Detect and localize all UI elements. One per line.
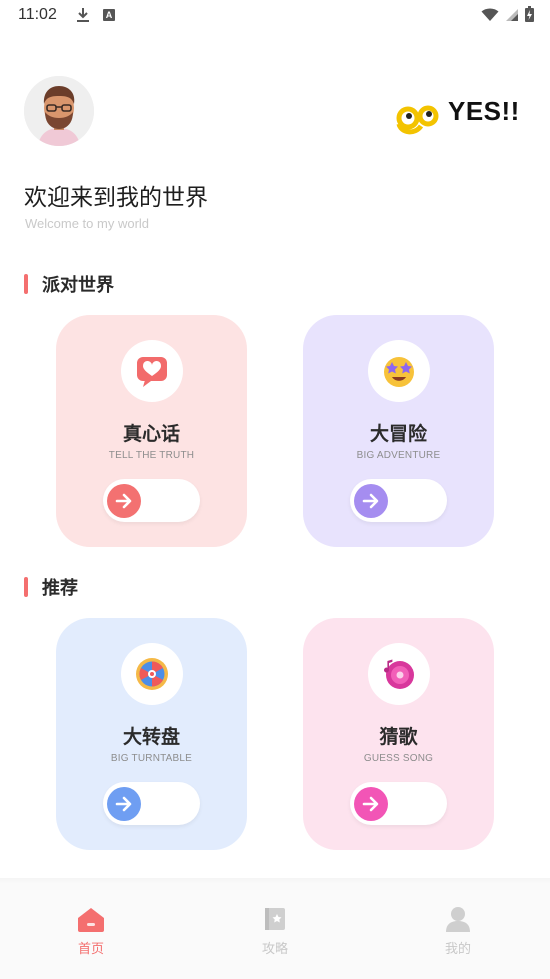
heart-chat-icon — [121, 340, 183, 402]
section-accent-bar — [24, 274, 28, 294]
status-time: 11:02 — [18, 6, 57, 23]
wifi-icon — [481, 7, 499, 26]
start-toggle[interactable] — [103, 782, 200, 825]
arrow-right-icon — [107, 484, 141, 518]
card-guess-song[interactable]: 猜歌 GUESS SONG — [303, 618, 494, 850]
arrow-right-icon — [107, 787, 141, 821]
star-eyes-emoji-icon — [368, 340, 430, 402]
nav-label: 首页 — [77, 942, 104, 957]
section-title-label: 派对世界 — [42, 275, 114, 296]
card-truth[interactable]: 真心话 TELL THE TRUTH — [56, 315, 247, 547]
nav-item-guide[interactable]: 攻略 — [235, 906, 315, 957]
card-title: 大转盘 — [122, 726, 180, 748]
logo-text: YES!! — [448, 96, 520, 126]
home-icon — [76, 908, 106, 936]
nav-label: 攻略 — [261, 942, 288, 957]
profile-icon — [444, 907, 472, 936]
welcome-title: 欢迎来到我的世界 — [24, 185, 208, 211]
card-subtitle: GUESS SONG — [363, 753, 434, 764]
card-subtitle: BIG ADVENTURE — [356, 450, 441, 461]
card-subtitle: TELL THE TRUTH — [108, 450, 195, 461]
card-title: 真心话 — [122, 423, 180, 445]
card-adventure[interactable]: 大冒险 BIG ADVENTURE — [303, 315, 494, 547]
wheel-icon — [121, 643, 183, 705]
nav-item-profile[interactable]: 我的 — [418, 906, 498, 957]
arrow-right-icon — [354, 484, 388, 518]
start-toggle[interactable] — [103, 479, 200, 522]
battery-icon — [525, 6, 534, 26]
avatar[interactable] — [24, 76, 94, 146]
section-title-label: 推荐 — [42, 578, 78, 599]
welcome-subtitle: Welcome to my world — [25, 216, 150, 231]
bottom-nav: 首页 攻略 我的 — [0, 884, 550, 979]
card-title: 猜歌 — [379, 726, 418, 748]
a-badge-icon: A — [103, 9, 115, 21]
start-toggle[interactable] — [350, 782, 447, 825]
music-disc-icon — [368, 643, 430, 705]
guide-book-icon — [262, 908, 288, 936]
card-title: 大冒险 — [369, 423, 427, 445]
nav-label: 我的 — [444, 942, 471, 957]
nav-item-home[interactable]: 首页 — [51, 906, 131, 957]
arrow-right-icon — [354, 787, 388, 821]
start-toggle[interactable] — [350, 479, 447, 522]
card-subtitle: BIG TURNTABLE — [110, 753, 193, 764]
card-turntable[interactable]: 大转盘 BIG TURNTABLE — [56, 618, 247, 850]
section-accent-bar — [24, 577, 28, 597]
download-icon — [76, 7, 90, 27]
section-title-recommend: 推荐 — [24, 574, 78, 600]
section-title-party: 派对世界 — [24, 271, 114, 297]
signal-icon — [505, 7, 519, 26]
status-bar: 11:02 A — [0, 0, 550, 32]
brand-logo: YES!! — [396, 96, 520, 136]
